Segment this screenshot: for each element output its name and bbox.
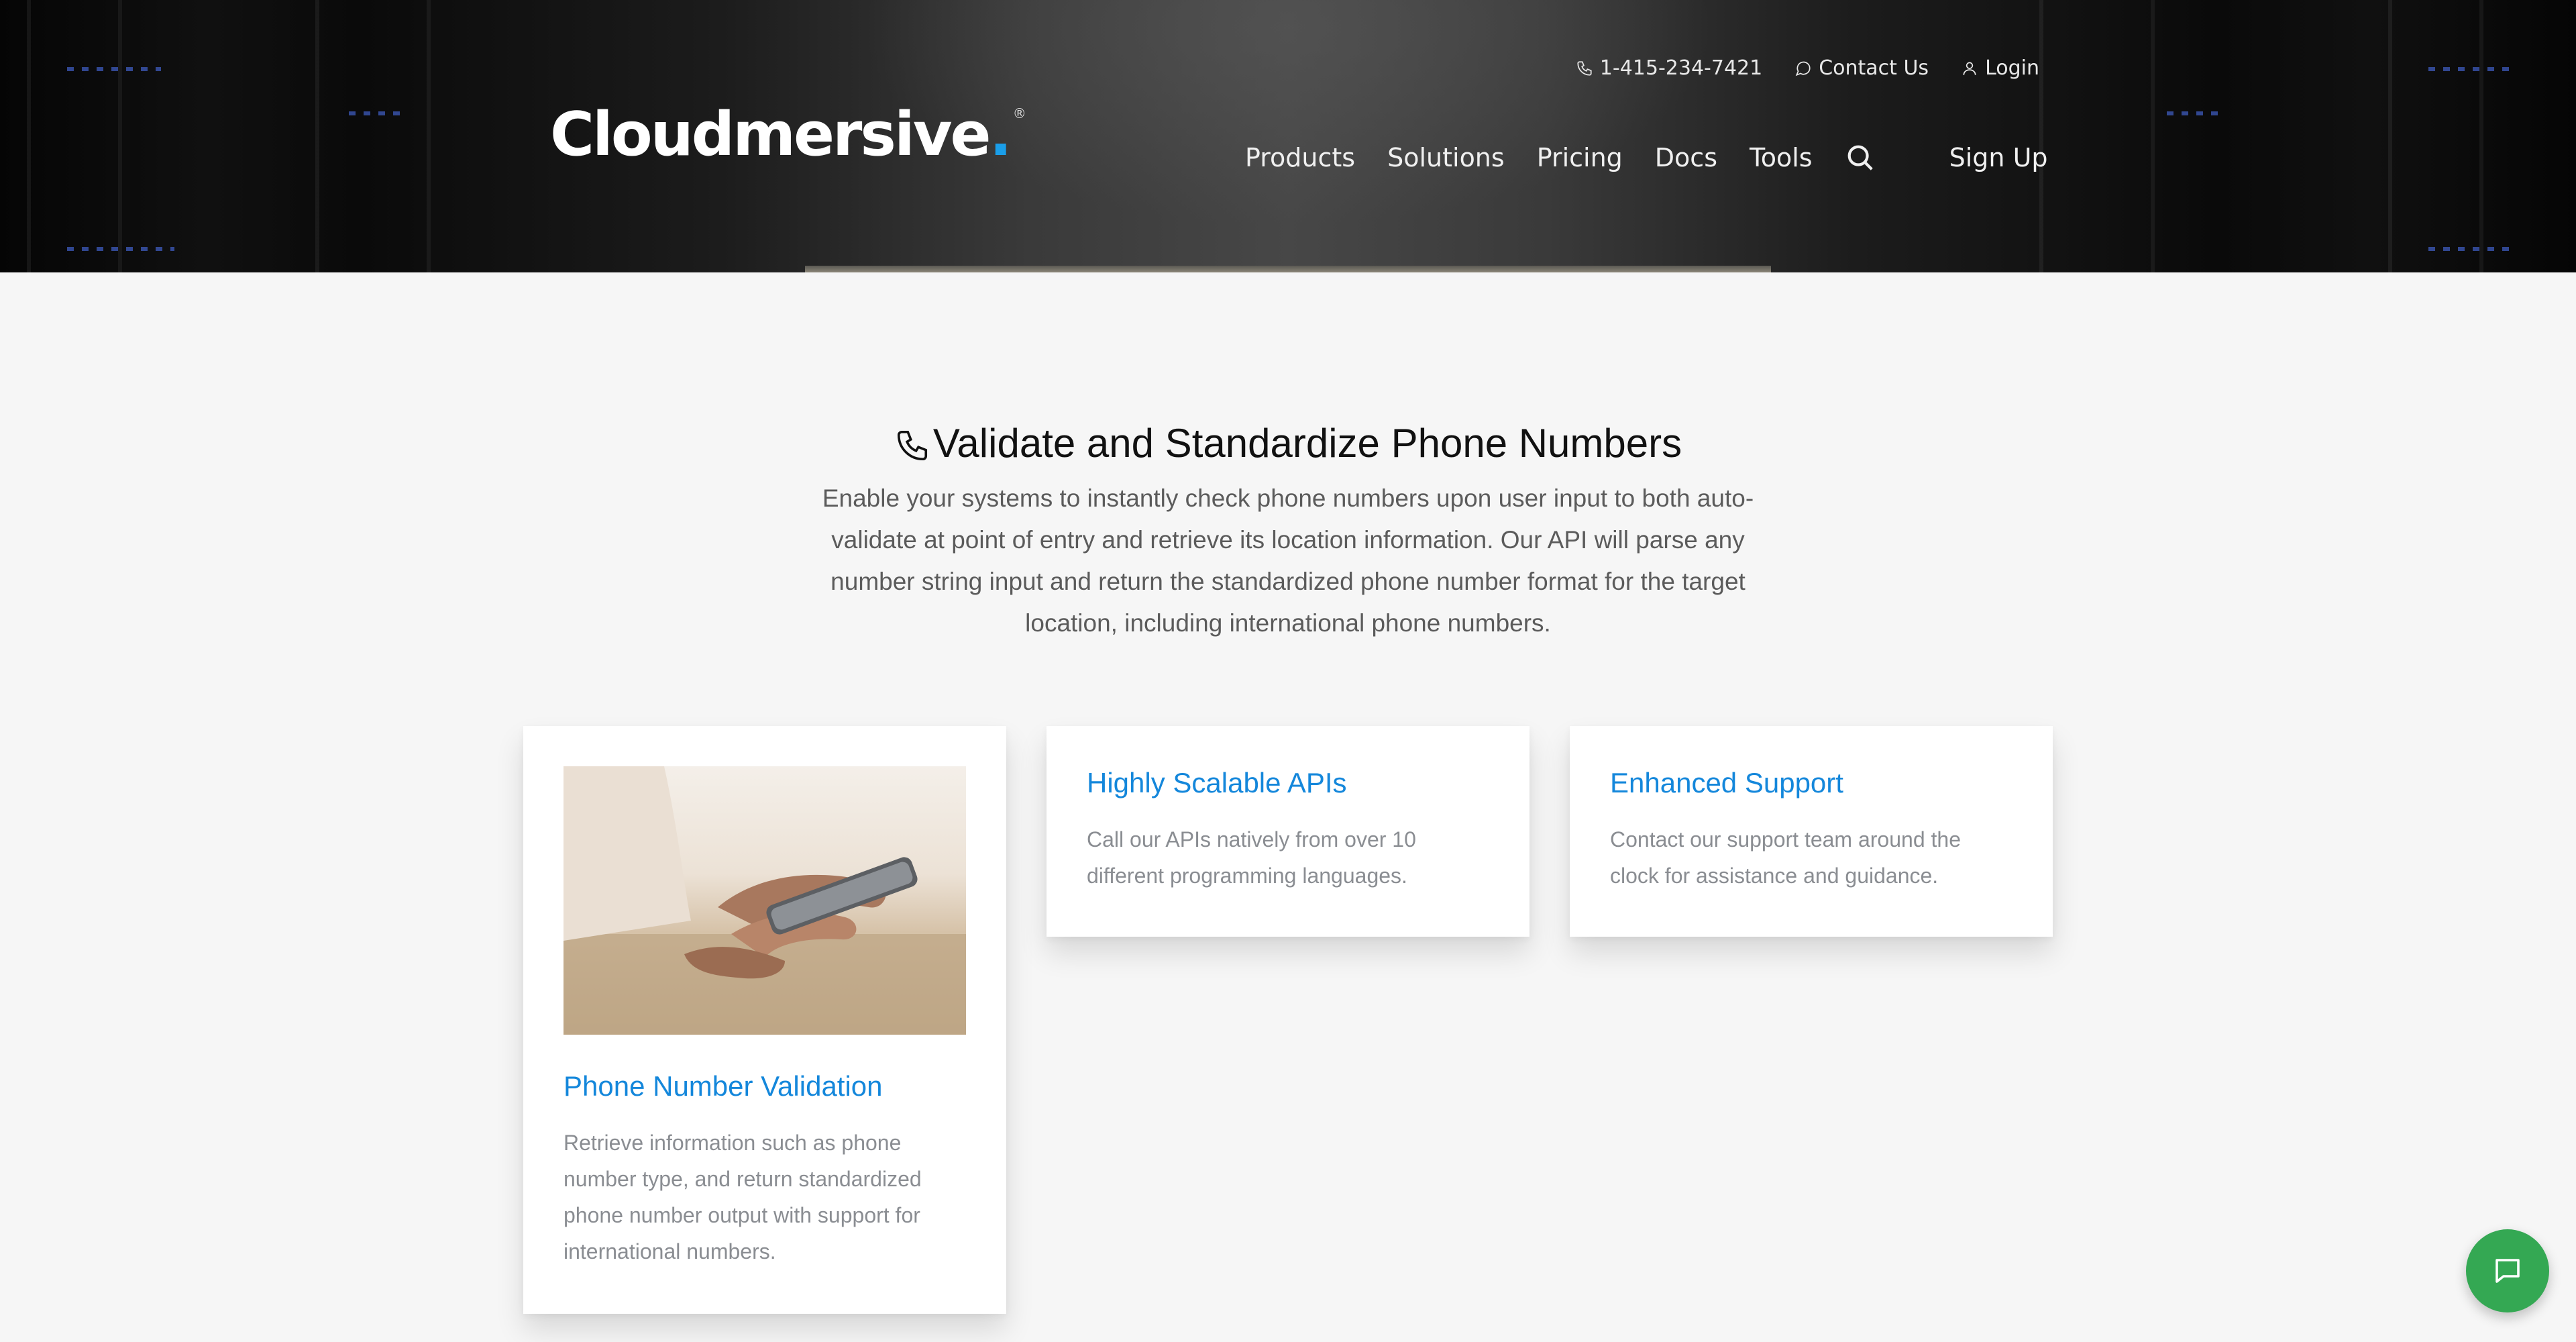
nav-solutions[interactable]: Solutions	[1387, 143, 1505, 172]
hands-phone-illustration	[564, 766, 966, 1035]
server-rack-decoration	[2388, 0, 2483, 272]
brand-name: Cloudmersive	[550, 99, 991, 170]
server-light-decoration	[2428, 67, 2516, 71]
hero-header: Cloudmersive. ® 1-415-234-7421 Contact Us…	[0, 0, 2576, 272]
main-nav: Products Solutions Pricing Docs Tools Si…	[1245, 142, 2048, 173]
search-icon[interactable]	[1845, 142, 1876, 173]
chat-icon	[2496, 1259, 2520, 1283]
chat-bubble-icon	[1795, 61, 1811, 76]
intro-description: Enable your systems to instantly check p…	[822, 484, 1754, 637]
phone-number: 1-415-234-7421	[1599, 56, 1763, 80]
contact-us-label: Contact Us	[1819, 56, 1929, 80]
nav-docs[interactable]: Docs	[1655, 143, 1717, 172]
login-link[interactable]: Login	[1961, 56, 2039, 80]
card-text: Contact our support team around the cloc…	[1610, 827, 1961, 888]
phone-link[interactable]: 1-415-234-7421	[1576, 56, 1762, 80]
server-rack-decoration	[27, 0, 122, 272]
user-icon	[1963, 61, 1976, 75]
card-text: Call our APIs natively from over 10 diff…	[1087, 827, 1416, 888]
top-utility-bar: 1-415-234-7421 Contact Us Login	[1576, 56, 2039, 80]
feature-card-enhanced-support: Enhanced Support Contact our support tea…	[1570, 726, 2053, 937]
nav-tools[interactable]: Tools	[1750, 143, 1813, 172]
page-title-text: Validate and Standardize Phone Numbers	[932, 421, 1682, 466]
card-text: Retrieve information such as phone numbe…	[564, 1131, 922, 1263]
brand-logo[interactable]: Cloudmersive. ®	[550, 99, 1026, 170]
floor-decoration	[805, 266, 1771, 272]
page-title: Validate and Standardize Phone Numbers	[0, 420, 2576, 466]
server-rack-decoration	[2039, 0, 2155, 272]
chat-widget-button[interactable]	[2466, 1229, 2549, 1312]
server-light-decoration	[2428, 247, 2516, 251]
server-light-decoration	[2167, 111, 2220, 115]
server-rack-decoration	[315, 0, 431, 272]
feature-card-phone-validation: Phone Number Validation Retrieve informa…	[523, 726, 1006, 1314]
server-light-decoration	[67, 247, 174, 251]
phone-icon	[897, 430, 927, 461]
sign-up-button[interactable]: Sign Up	[1949, 143, 2048, 172]
server-light-decoration	[349, 111, 402, 115]
brand-dot: .	[989, 99, 1012, 170]
nav-products[interactable]: Products	[1245, 143, 1355, 172]
contact-us-link[interactable]: Contact Us	[1794, 56, 1929, 80]
nav-pricing[interactable]: Pricing	[1537, 143, 1623, 172]
server-light-decoration	[67, 67, 161, 71]
hands-holding-phone-image	[564, 766, 966, 1035]
feature-card-scalable-apis: Highly Scalable APIs Call our APIs nativ…	[1046, 726, 1529, 937]
login-label: Login	[1985, 56, 2039, 80]
card-title[interactable]: Phone Number Validation	[564, 1070, 966, 1103]
card-title[interactable]: Enhanced Support	[1610, 766, 2012, 800]
card-title[interactable]: Highly Scalable APIs	[1087, 766, 1489, 800]
registered-mark: ®	[1012, 105, 1026, 121]
phone-icon	[1577, 60, 1592, 76]
